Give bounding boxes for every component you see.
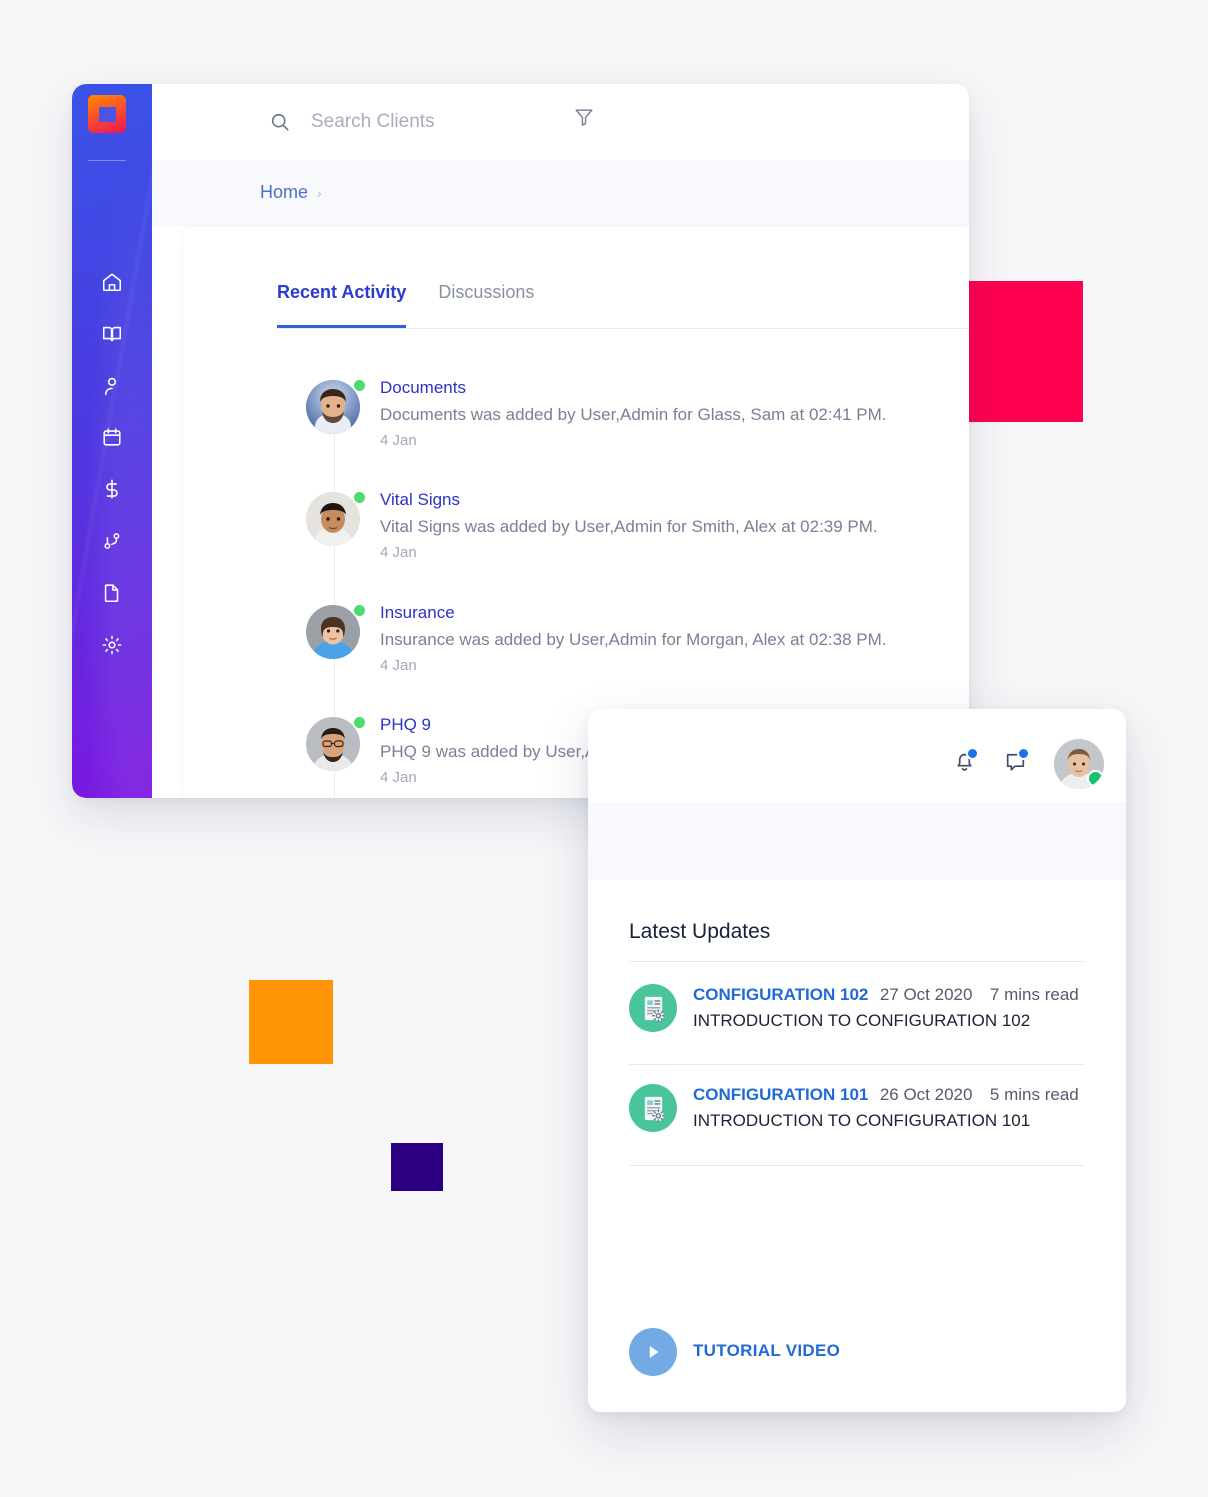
- activity-item[interactable]: Insurance Insurance was added by User,Ad…: [184, 603, 969, 717]
- activity-date: 4 Jan: [380, 769, 417, 786]
- latest-updates-title: Latest Updates: [629, 920, 771, 943]
- update-date: 27 Oct 2020: [879, 985, 973, 1004]
- gear-icon: [102, 635, 122, 655]
- avatar-image: [306, 717, 360, 771]
- update-subtitle: INTRODUCTION TO CONFIGURATION 102: [693, 1011, 1031, 1030]
- sidebar-item-branch[interactable]: [72, 522, 152, 560]
- update-item[interactable]: CONFIGURATION 101 26 Oct 2020 5 mins rea…: [629, 1080, 1089, 1162]
- app-window: Home › Recent Activity Discussions: [72, 84, 969, 798]
- tutorial-video-label[interactable]: TUTORIAL VIDEO: [693, 1341, 840, 1361]
- decorative-square-indigo: [391, 1143, 443, 1191]
- update-subtitle: INTRODUCTION TO CONFIGURATION 101: [693, 1111, 1031, 1130]
- avatar-image: [306, 492, 360, 546]
- sidebar-divider: [88, 160, 126, 161]
- tab-bar: Recent Activity Discussions: [277, 282, 534, 328]
- avatar-image: [306, 380, 360, 434]
- sidebar-item-gear[interactable]: [72, 626, 152, 664]
- status-dot: [354, 380, 365, 391]
- activity-description: Documents was added by User,Admin for Gl…: [380, 405, 887, 424]
- status-dot: [354, 717, 365, 728]
- search-icon[interactable]: [269, 111, 291, 138]
- sidebar-item-dollar[interactable]: [72, 470, 152, 508]
- panel-header-icons: [952, 739, 1104, 789]
- breadcrumb: Home ›: [260, 182, 322, 203]
- update-read-time: 5 mins read: [989, 1085, 1079, 1104]
- activity-date: 4 Jan: [380, 657, 417, 674]
- dollar-icon: [106, 479, 118, 499]
- top-bar: [152, 84, 969, 161]
- file-icon: [104, 584, 119, 603]
- tab-recent-activity[interactable]: Recent Activity: [277, 282, 407, 328]
- divider: [629, 1165, 1085, 1166]
- activity-item[interactable]: Documents Documents was added by User,Ad…: [184, 378, 969, 492]
- calendar-icon: [103, 428, 121, 446]
- sidebar-item-book[interactable]: [72, 315, 152, 353]
- home-icon: [102, 273, 122, 292]
- sidebar-item-person[interactable]: [72, 367, 152, 405]
- configuration-doc-icon: [629, 984, 677, 1032]
- tutorial-video-item[interactable]: TUTORIAL VIDEO: [629, 1328, 1089, 1386]
- person-icon: [104, 377, 117, 396]
- breadcrumb-separator-icon: ›: [317, 184, 322, 201]
- breadcrumb-item-home[interactable]: Home: [260, 182, 308, 203]
- update-date: 26 Oct 2020: [879, 1085, 973, 1104]
- avatar: [306, 380, 365, 434]
- update-title[interactable]: CONFIGURATION 101: [693, 1085, 868, 1104]
- messages-badge: [1017, 747, 1030, 760]
- avatar: [306, 605, 365, 659]
- book-icon: [102, 326, 122, 342]
- messages-button[interactable]: [1003, 747, 1030, 779]
- panel-subheader-strip: [588, 802, 1126, 880]
- activity-title[interactable]: Vital Signs: [380, 490, 460, 510]
- activity-date: 4 Jan: [380, 544, 417, 561]
- activity-title[interactable]: PHQ 9: [380, 715, 431, 735]
- update-title[interactable]: CONFIGURATION 102: [693, 985, 868, 1004]
- avatar: [306, 717, 365, 771]
- activity-title[interactable]: Insurance: [380, 603, 455, 623]
- sidebar-item-calendar[interactable]: [72, 418, 152, 456]
- user-avatar[interactable]: [1054, 739, 1104, 789]
- activity-title[interactable]: Documents: [380, 378, 466, 398]
- status-dot: [354, 605, 365, 616]
- divider: [629, 961, 1085, 962]
- sidebar-item-home[interactable]: [72, 263, 152, 301]
- update-read-time: 7 mins read: [989, 985, 1079, 1004]
- branch-icon: [104, 533, 120, 549]
- tab-underline: [277, 328, 969, 329]
- activity-date: 4 Jan: [380, 432, 417, 449]
- activity-description: Vital Signs was added by User,Admin for …: [380, 517, 878, 536]
- tab-discussions[interactable]: Discussions: [438, 282, 534, 328]
- notifications-badge: [966, 747, 979, 760]
- search-input[interactable]: [309, 104, 613, 140]
- activity-item[interactable]: Vital Signs Vital Signs was added by Use…: [184, 490, 969, 604]
- app-logo-icon[interactable]: [88, 95, 126, 133]
- update-item[interactable]: CONFIGURATION 102 27 Oct 2020 7 mins rea…: [629, 980, 1089, 1062]
- breadcrumb-bar: Home ›: [152, 160, 969, 227]
- status-dot: [354, 492, 365, 503]
- play-icon[interactable]: [629, 1328, 677, 1376]
- panel-header: [588, 709, 1126, 802]
- divider: [629, 1064, 1085, 1065]
- avatar: [306, 492, 365, 546]
- configuration-doc-icon: [629, 1084, 677, 1132]
- avatar-image: [306, 605, 360, 659]
- notifications-button[interactable]: [952, 747, 979, 779]
- sidebar: [72, 84, 152, 798]
- filter-icon[interactable]: [573, 106, 595, 133]
- panel-body: Latest Updates CONFIGURATION 102 27 Oct …: [588, 880, 1126, 1412]
- sidebar-item-file[interactable]: [72, 574, 152, 612]
- updates-panel: Latest Updates CONFIGURATION 102 27 Oct …: [588, 709, 1126, 1412]
- activity-description: Insurance was added by User,Admin for Mo…: [380, 630, 887, 649]
- decorative-square-orange: [249, 980, 333, 1064]
- avatar-online-dot: [1087, 770, 1104, 787]
